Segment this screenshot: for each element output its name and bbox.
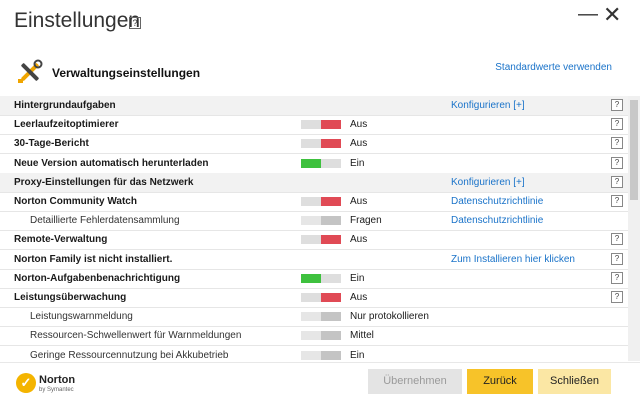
setting-status: Aus (350, 138, 368, 150)
setting-toggle[interactable] (301, 197, 341, 206)
help-icon[interactable]: ? (611, 137, 623, 150)
setting-toggle[interactable] (301, 293, 341, 302)
setting-toggle[interactable] (301, 273, 341, 283)
setting-label: Proxy-Einstellungen für das Netzwerk (14, 176, 194, 188)
use-defaults-link[interactable]: Standardwerte verwenden (495, 62, 612, 73)
setting-link[interactable]: Zum Installieren hier klicken (451, 254, 575, 265)
setting-toggle[interactable] (301, 158, 341, 168)
settings-row: Leistungsüberwachung Aus? (0, 288, 628, 308)
settings-row: Remote-Verwaltung Aus? (0, 230, 628, 251)
help-icon[interactable]: ? (611, 118, 623, 131)
setting-label: Ressourcen-Schwellenwert für Warnmeldung… (30, 330, 242, 342)
norton-logo-sub: by Symantec (39, 387, 74, 393)
setting-status: Mittel (350, 330, 374, 342)
setting-link[interactable]: Datenschutzrichtlinie (451, 196, 543, 207)
setting-status: Nur protokollieren (350, 311, 429, 323)
setting-link[interactable]: Konfigurieren [+] (451, 100, 525, 111)
footer: ✓ Norton by Symantec Übernehmen Zurück S… (0, 362, 640, 403)
setting-label: Norton-Aufgabenbenachrichtigung (14, 272, 181, 284)
settings-row: Norton-Aufgabenbenachrichtigung Ein? (0, 269, 628, 289)
help-icon[interactable]: ? (611, 233, 623, 246)
setting-label: Detaillierte Fehlerdatensammlung (30, 215, 180, 227)
section-title: Verwaltungseinstellungen (52, 66, 201, 80)
scrollbar[interactable] (628, 96, 640, 361)
settings-row: Proxy-Einstellungen für das Netzwerk Konf… (0, 172, 628, 193)
close-window-button[interactable]: ✕ (603, 2, 621, 28)
setting-toggle[interactable] (301, 350, 341, 360)
tools-icon (18, 59, 43, 83)
setting-label: Neue Version automatisch herunterladen (14, 157, 209, 169)
setting-status: Fragen (350, 215, 382, 227)
close-button[interactable]: Schließen (538, 369, 611, 394)
settings-row: 30-Tage-Bericht Aus? (0, 134, 628, 155)
help-icon[interactable]: ? (611, 99, 623, 111)
help-icon[interactable]: ? (611, 156, 623, 169)
window-title: Einstellungen (14, 9, 141, 32)
norton-checkmark-icon: ✓ (16, 373, 36, 393)
back-button[interactable]: Zurück (467, 369, 533, 394)
setting-link[interactable]: Datenschutzrichtlinie (451, 215, 543, 226)
setting-status: Ein (350, 272, 365, 284)
apply-button[interactable]: Übernehmen (368, 369, 462, 394)
setting-status: Aus (350, 234, 368, 246)
norton-logo-name: Norton (39, 374, 76, 386)
setting-label: Norton Family ist nicht installiert. (14, 253, 173, 265)
setting-status: Ein (350, 157, 365, 169)
title-bar: Einstellungen ? — ✕ (0, 0, 640, 44)
settings-row: Leistungswarnmeldung Nur protokollieren (0, 307, 628, 328)
help-icon[interactable]: ? (611, 195, 623, 207)
setting-label: Geringe Ressourcennutzung bei Akkubetrie… (30, 349, 229, 361)
settings-row: Hintergrundaufgaben Konfigurieren [+]? (0, 96, 628, 116)
settings-row: Norton Family ist nicht installiert. Zum … (0, 250, 628, 270)
minimize-button[interactable]: — (578, 3, 598, 26)
help-icon[interactable]: ? (611, 175, 623, 188)
setting-label: Leistungswarnmeldung (30, 311, 133, 323)
setting-label: Remote-Verwaltung (14, 234, 108, 246)
setting-label: Leerlaufzeitoptimierer (14, 119, 119, 131)
setting-toggle[interactable] (301, 139, 341, 149)
settings-row: Ressourcen-Schwellenwert für Warnmeldung… (0, 326, 628, 347)
norton-logo: ✓ Norton by Symantec (16, 373, 76, 397)
setting-toggle[interactable] (301, 235, 341, 245)
setting-label: Leistungsüberwachung (14, 292, 127, 303)
setting-link[interactable]: Konfigurieren [+] (451, 177, 525, 188)
setting-label: Norton Community Watch (14, 196, 137, 207)
setting-label: Hintergrundaufgaben (14, 100, 116, 111)
settings-row: Norton Community Watch Aus Datenschutzrich… (0, 192, 628, 212)
setting-toggle[interactable] (301, 331, 341, 341)
setting-toggle[interactable] (301, 312, 341, 322)
help-icon[interactable]: ? (611, 291, 623, 303)
help-icon[interactable]: ? (129, 17, 141, 29)
settings-list: Hintergrundaufgaben Konfigurieren [+]? Lee… (0, 96, 628, 361)
scrollbar-thumb[interactable] (630, 100, 638, 200)
setting-status: Aus (350, 119, 368, 131)
settings-row: Leerlaufzeitoptimierer Aus? (0, 115, 628, 136)
setting-status: Ein (350, 349, 365, 361)
section-header: Verwaltungseinstellungen Standardwerte v… (0, 52, 640, 92)
setting-toggle[interactable] (301, 216, 341, 226)
setting-toggle[interactable] (301, 120, 341, 130)
help-icon[interactable]: ? (611, 252, 623, 265)
settings-row: Neue Version automatisch herunterladen Ei… (0, 154, 628, 174)
setting-label: 30-Tage-Bericht (14, 138, 89, 150)
help-icon[interactable]: ? (611, 271, 623, 284)
settings-row: Detaillierte Fehlerdatensammlung Fragen Da… (0, 211, 628, 232)
setting-status: Aus (350, 292, 368, 303)
setting-status: Aus (350, 196, 368, 207)
settings-row: Geringe Ressourcennutzung bei Akkubetrie… (0, 346, 628, 361)
